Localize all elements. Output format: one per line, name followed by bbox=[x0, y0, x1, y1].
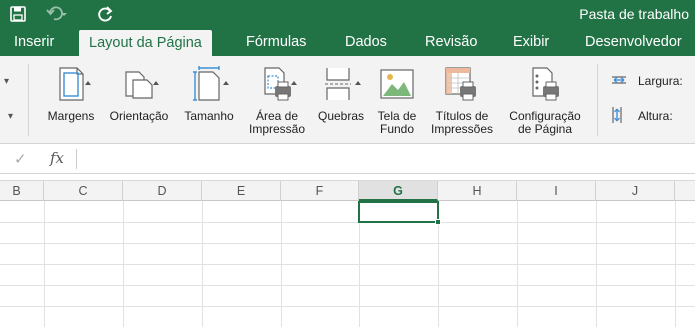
background-button[interactable]: Tela de Fundo bbox=[372, 62, 422, 142]
size-button[interactable]: Tamanho bbox=[180, 62, 238, 142]
margins-icon bbox=[51, 64, 91, 104]
selected-cell[interactable] bbox=[358, 201, 439, 223]
ribbon-tabs: Inserir Layout da Página Fórmulas Dados … bbox=[0, 28, 695, 56]
column-header-d[interactable]: D bbox=[123, 181, 202, 201]
breaks-button[interactable]: Quebras bbox=[312, 62, 370, 142]
column-header-j[interactable]: J bbox=[596, 181, 675, 201]
page-setup-label: Configuração de Página bbox=[509, 109, 581, 136]
breaks-icon bbox=[321, 64, 361, 104]
title-bar: Pasta de trabalho bbox=[0, 0, 695, 28]
page-setup-button[interactable]: Configuração de Página bbox=[502, 62, 588, 142]
save-icon[interactable] bbox=[10, 4, 26, 24]
ribbon: ▾ ▾ Margens Orientação Tamanho Área de Im… bbox=[0, 56, 695, 144]
column-header-g[interactable]: G bbox=[359, 181, 438, 201]
print-titles-label: Títulos de Impressões bbox=[430, 109, 494, 136]
column-header-h[interactable]: H bbox=[438, 181, 517, 201]
tab-formulas[interactable]: Fórmulas bbox=[236, 28, 316, 56]
print-titles-button[interactable]: Títulos de Impressões bbox=[427, 62, 497, 142]
check-icon[interactable]: ✓ bbox=[14, 150, 27, 168]
cell-grid[interactable] bbox=[0, 201, 695, 327]
column-header-i[interactable]: I bbox=[517, 181, 596, 201]
orientation-icon bbox=[119, 64, 159, 104]
print-area-icon bbox=[257, 64, 297, 104]
ribbon-separator bbox=[597, 64, 598, 136]
margins-label: Margens bbox=[47, 109, 95, 123]
undo-icon[interactable] bbox=[46, 4, 68, 24]
column-header-b[interactable]: B bbox=[0, 181, 44, 201]
height-control[interactable]: Altura: bbox=[610, 105, 673, 127]
chevron-down-icon[interactable]: ▾ bbox=[4, 76, 9, 87]
size-label: Tamanho bbox=[184, 109, 234, 123]
column-header-e[interactable]: E bbox=[202, 181, 281, 201]
print-area-button[interactable]: Área de Impressão bbox=[244, 62, 310, 142]
orientation-button[interactable]: Orientação bbox=[104, 62, 174, 142]
formula-separator bbox=[76, 149, 77, 169]
column-header-c[interactable]: C bbox=[44, 181, 123, 201]
document-title: Pasta de trabalho bbox=[579, 6, 689, 22]
breaks-label: Quebras bbox=[317, 109, 365, 123]
print-area-label: Área de Impressão bbox=[248, 109, 306, 136]
height-icon bbox=[610, 105, 630, 128]
tab-revisao[interactable]: Revisão bbox=[415, 28, 487, 56]
page-setup-icon bbox=[525, 64, 565, 104]
orientation-label: Orientação bbox=[109, 109, 169, 123]
print-titles-icon bbox=[442, 64, 482, 104]
tab-dados[interactable]: Dados bbox=[335, 28, 397, 56]
chevron-down-icon[interactable]: ▾ bbox=[8, 111, 13, 122]
width-control[interactable]: Largura: bbox=[610, 70, 683, 92]
size-icon bbox=[189, 64, 229, 104]
formula-input[interactable] bbox=[82, 148, 682, 170]
width-label: Largura: bbox=[638, 74, 683, 88]
fill-handle[interactable] bbox=[435, 219, 441, 225]
function-icon[interactable]: fx bbox=[50, 149, 64, 167]
height-label: Altura: bbox=[638, 109, 673, 123]
formula-bar: ✓ fx bbox=[0, 144, 695, 174]
tab-layout-da-pagina[interactable]: Layout da Página bbox=[79, 30, 212, 56]
column-header-f[interactable]: F bbox=[281, 181, 359, 201]
tab-exibir[interactable]: Exibir bbox=[503, 28, 559, 56]
tab-desenvolvedor[interactable]: Desenvolvedor bbox=[575, 28, 692, 56]
margins-button[interactable]: Margens bbox=[40, 62, 102, 142]
width-icon bbox=[610, 73, 630, 90]
background-image-icon bbox=[377, 64, 417, 104]
tab-inserir[interactable]: Inserir bbox=[4, 28, 64, 56]
column-headers: B C D E F G H I J bbox=[0, 180, 695, 201]
ribbon-separator bbox=[28, 64, 29, 136]
background-label: Tela de Fundo bbox=[377, 109, 417, 136]
redo-icon[interactable] bbox=[98, 4, 114, 24]
